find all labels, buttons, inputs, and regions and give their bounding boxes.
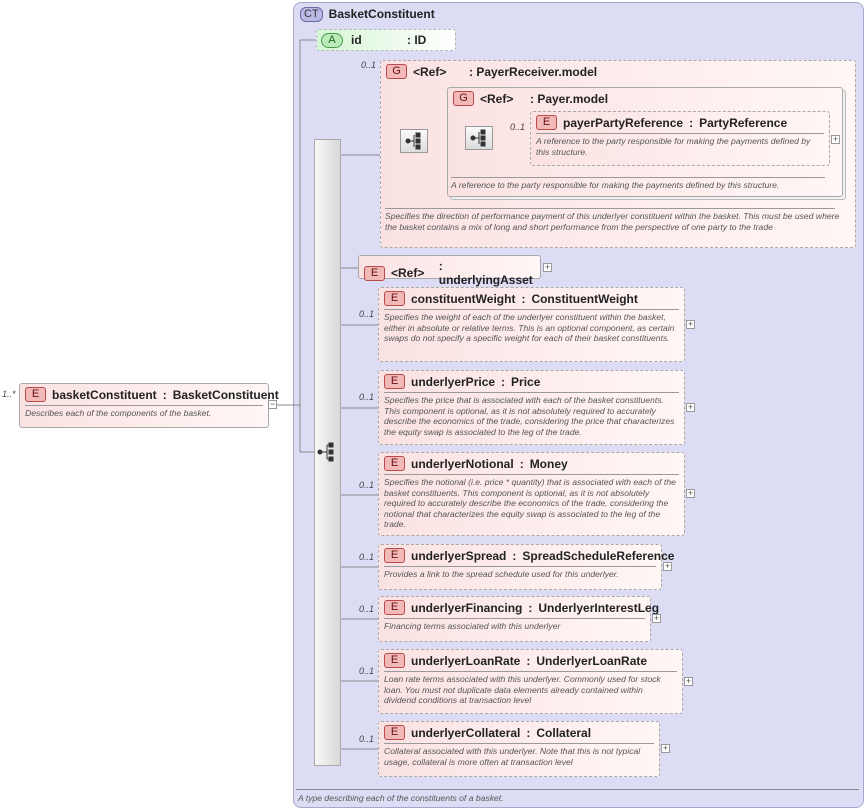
root-element-badge: E [25,387,46,402]
group-payer-receiver-ref: <Ref> [413,64,447,79]
element-constituentWeight[interactable]: EconstituentWeight: ConstituentWeight Spec… [378,287,685,362]
group-payer-receiver-description: Specifies the direction of performance p… [385,211,840,232]
inner-sequence-icon [465,126,493,150]
element-name: underlyerPrice [411,374,496,389]
element-description: Financing terms associated with this und… [384,621,561,631]
element-name: underlyerNotional [411,456,514,471]
expand-icon[interactable]: + [684,676,693,686]
collapse-icon[interactable]: − [268,400,277,409]
element-description: Collateral associated with this underlye… [384,746,641,767]
payer-party-reference-type: PartyReference [699,115,788,130]
element-badge: E [384,456,405,471]
attribute-id[interactable]: A id : ID [316,29,456,51]
expand-icon[interactable]: + [686,319,695,329]
group-payer-name: : Payer.model [530,91,609,106]
group-payer-receiver-occurrence: 0..1 [361,60,377,70]
root-element-name: basketConstituent [52,387,157,402]
element-type: Collateral [536,725,592,740]
element-occurrence: 0..1 [359,666,375,676]
element-description: Loan rate terms associated with this und… [384,674,661,705]
element-description: Specifies the price that is associated w… [384,395,675,437]
nested-sequence-icon [400,129,428,153]
element-description: Provides a link to the spread schedule u… [384,569,619,579]
attribute-type: : ID [407,33,427,47]
element-type: UnderlyerInterestLeg [538,600,660,615]
expand-icon[interactable]: + [686,489,695,498]
element-name: underlyerFinancing [411,600,523,615]
payer-party-reference-description: A reference to the party responsible for… [536,136,811,157]
expand-icon[interactable]: + [661,744,670,753]
element-type: UnderlyerLoanRate [536,653,648,668]
element-description: Specifies the weight of each of the unde… [384,312,675,343]
expand-icon[interactable]: + [831,135,840,144]
element-badge: E [384,374,405,389]
element-colon: : [521,291,526,306]
payer-party-reference-colon: : [689,115,694,130]
underlying-asset-badge: E [364,265,385,281]
element-badge: E [384,725,405,740]
element-name: underlyerCollateral [411,725,521,740]
element-badge: E [384,653,405,668]
element-underlyerFinancing[interactable]: EunderlyerFinancing: UnderlyerInterestLeg… [378,596,659,642]
group-payer-badge: G [453,91,474,106]
group-payer-description: A reference to the party responsible for… [451,180,780,190]
underlying-asset-name: : underlyingAsset [438,259,533,287]
element-name: underlyerLoanRate [411,653,521,668]
sequence-icon [317,442,337,467]
element-colon: : [526,653,531,668]
element-badge: E [384,548,405,563]
element-type: SpreadScheduleReference [522,548,675,563]
underlying-asset-ref: <Ref> [391,266,425,280]
payer-party-reference-occurrence: 0..1 [510,122,526,132]
root-occurrence: 1..* [2,389,16,399]
element-underlyerCollateral[interactable]: EunderlyerCollateral: Collateral Collatera… [378,721,660,777]
element-name: underlyerSpread [411,548,507,563]
element-underlyerSpread[interactable]: EunderlyerSpread: SpreadScheduleReference… [378,544,674,590]
group-payer-receiver-name: : PayerReceiver.model [469,64,598,79]
element-occurrence: 0..1 [359,734,375,744]
element-underlyerPrice[interactable]: EunderlyerPrice: Price Specifies the price… [378,370,685,445]
element-occurrence: 0..1 [359,309,375,319]
element-occurrence: 0..1 [359,552,375,562]
attribute-name: id [351,33,362,47]
root-element-type: BasketConstituent [172,387,279,402]
element-colon: : [528,600,533,615]
root-element-box[interactable]: E basketConstituent : BasketConstituent … [19,383,279,428]
element-name: constituentWeight [411,291,516,306]
element-occurrence: 0..1 [359,604,375,614]
root-element-colon: : [162,387,167,402]
element-occurrence: 0..1 [359,392,375,402]
element-colon: : [526,725,531,740]
element-underlyerLoanRate[interactable]: EunderlyerLoanRate: UnderlyerLoanRate Loan… [378,649,683,714]
payer-party-reference-name: payerPartyReference [563,115,684,130]
group-payer-receiver-separator [385,208,835,209]
group-payer-receiver-badge: G [386,64,407,79]
payer-party-reference-badge: E [536,115,557,130]
expand-icon[interactable]: + [663,562,672,571]
element-colon: : [501,374,506,389]
payer-party-reference[interactable]: E payerPartyReference : PartyReference A… [530,111,830,166]
root-element-description: Describes each of the components of the … [25,408,212,418]
expand-icon[interactable]: + [686,402,695,412]
group-payer-separator [451,177,825,178]
element-badge: E [384,291,405,306]
element-description: Specifies the notional (i.e. price * qua… [384,477,676,529]
expand-icon[interactable]: + [652,614,661,623]
element-colon: : [519,456,524,471]
element-type: Money [529,456,568,471]
underlying-asset[interactable]: E <Ref> : underlyingAsset [358,255,541,287]
element-underlyerNotional[interactable]: EunderlyerNotional: Money Specifies the no… [378,452,685,536]
element-colon: : [512,548,517,563]
attribute-badge: A [321,32,343,48]
element-badge: E [384,600,405,615]
group-payer-ref: <Ref> [480,91,514,106]
element-occurrence: 0..1 [359,480,375,490]
element-type: Price [511,374,541,389]
expand-icon[interactable]: + [543,263,552,272]
element-type: ConstituentWeight [531,291,638,306]
